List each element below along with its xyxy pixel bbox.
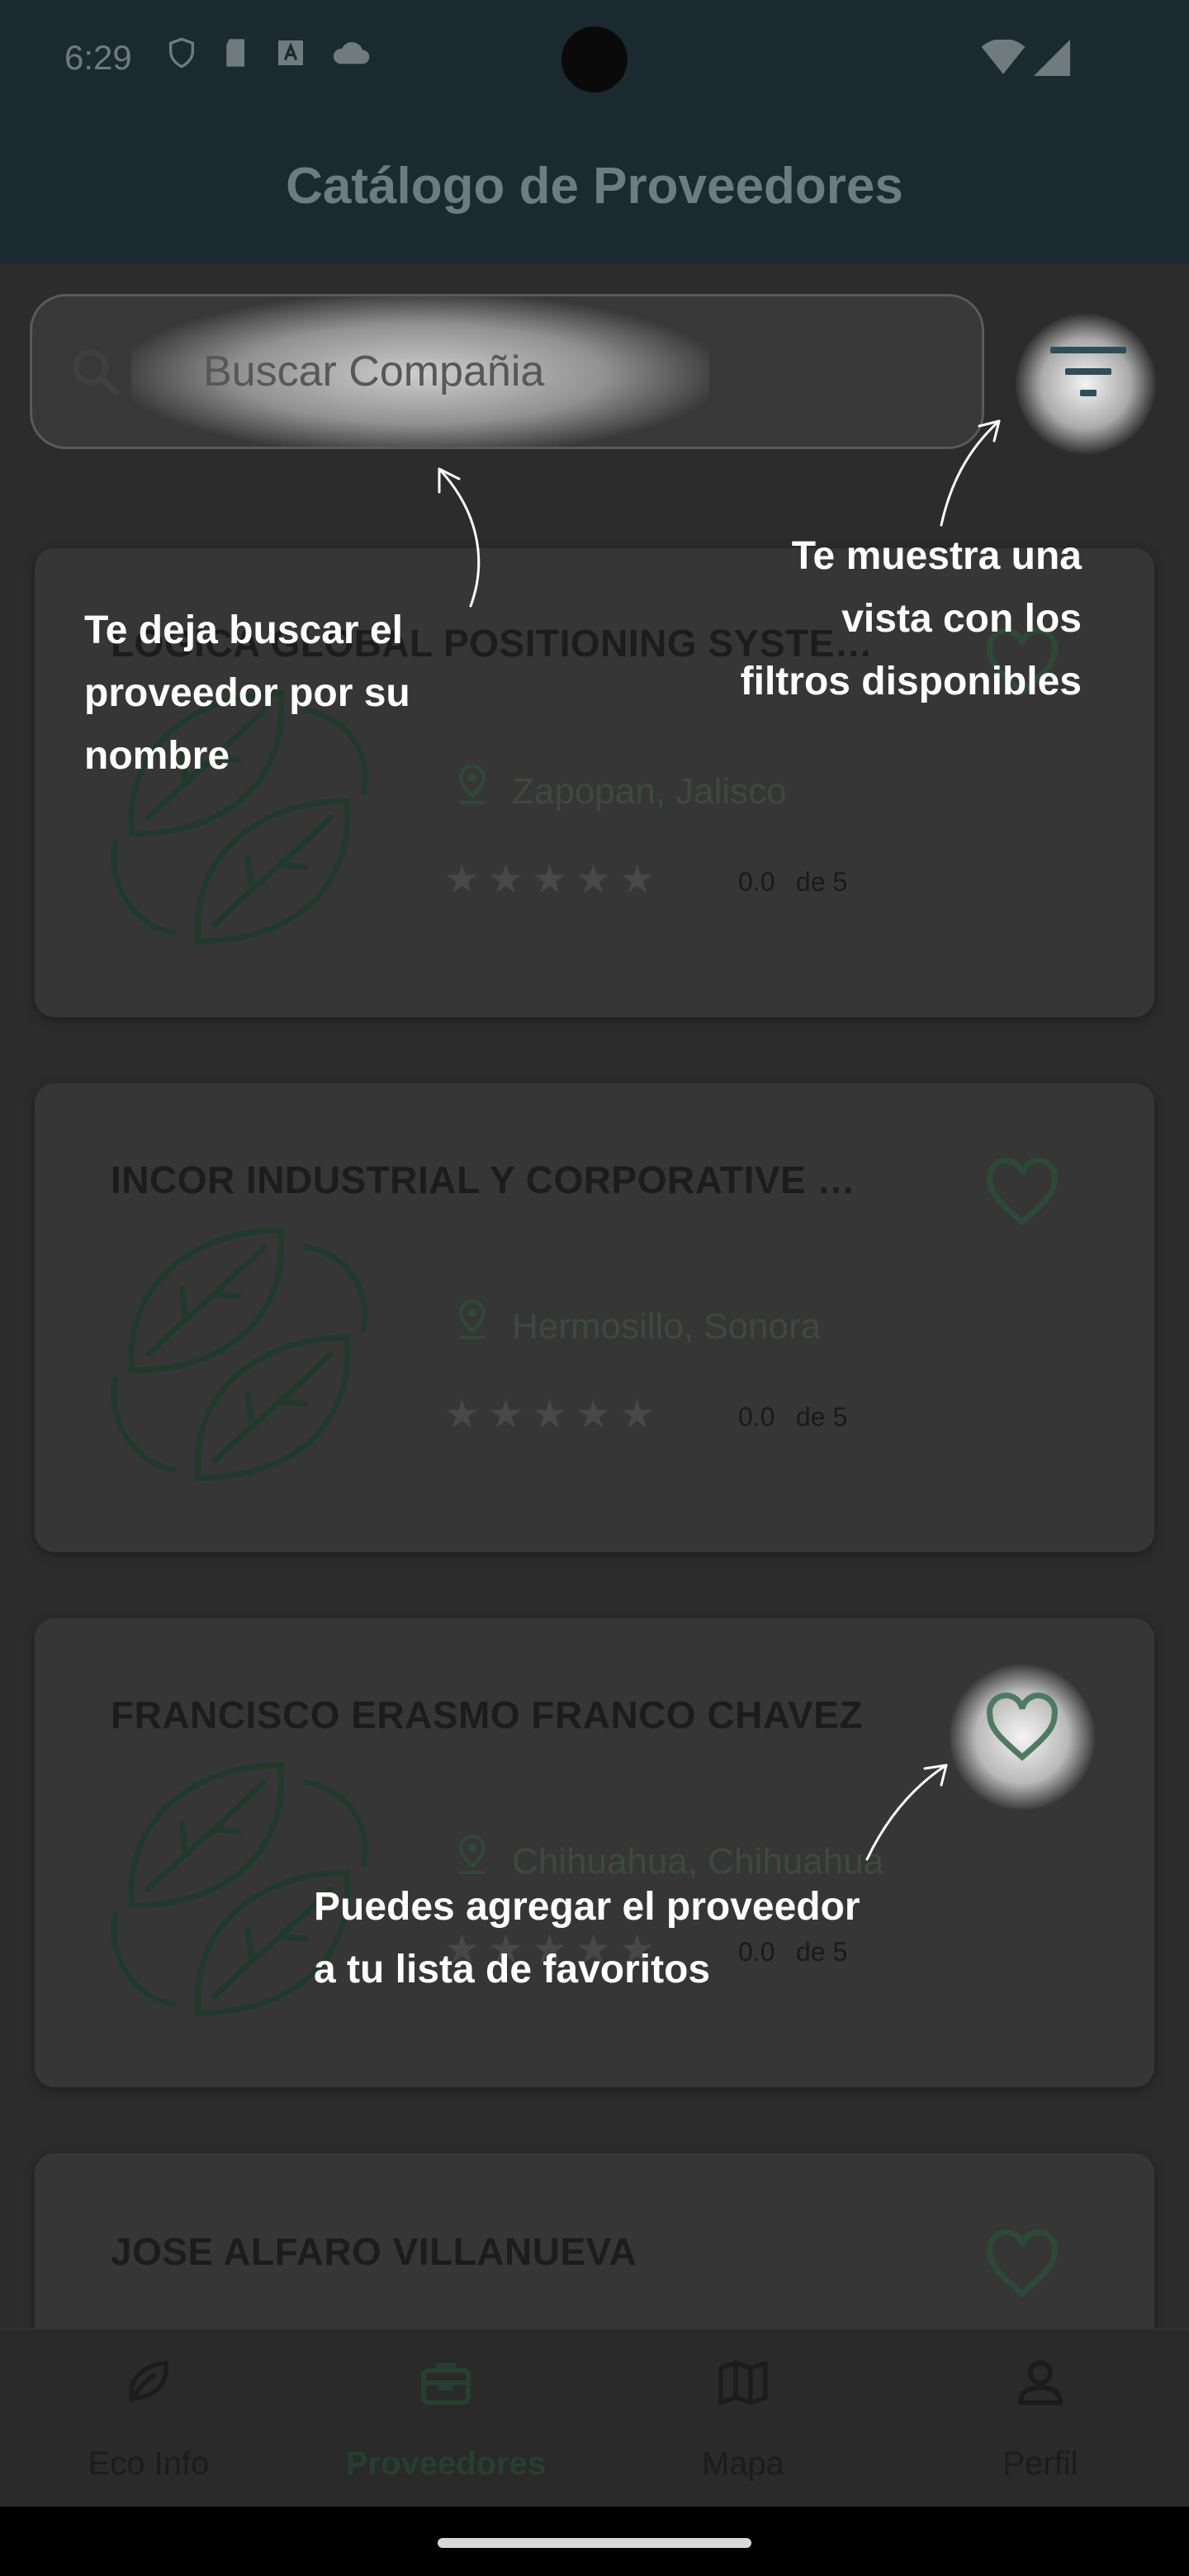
nav-item-proveedores[interactable]: Proveedores [330, 2353, 561, 2483]
map-icon [713, 2353, 773, 2413]
person-icon [1011, 2353, 1070, 2413]
tip-arrows [438, 419, 1001, 1861]
nav-item-eco-info[interactable]: Eco Info [33, 2353, 264, 2483]
tip-favorite: Puedes agregar el proveedor a tu lista de… [314, 1885, 860, 1991]
leaf-icon [119, 2353, 178, 2413]
nav-label: Eco Info [88, 2446, 210, 2482]
nav-item-mapa[interactable]: Mapa [628, 2353, 859, 2483]
tip-search: Te deja buscar el proveedor por su nombre [84, 608, 410, 778]
nav-label: Perfil [1002, 2446, 1078, 2482]
briefcase-icon [416, 2353, 476, 2413]
nav-label: Proveedores [345, 2446, 547, 2482]
nav-item-perfil[interactable]: Perfil [925, 2353, 1156, 2483]
tip-filters: Te muestra una vista con los filtros dispo… [740, 534, 1082, 703]
nav-label: Mapa [701, 2446, 785, 2482]
home-indicator[interactable] [438, 2538, 751, 2548]
